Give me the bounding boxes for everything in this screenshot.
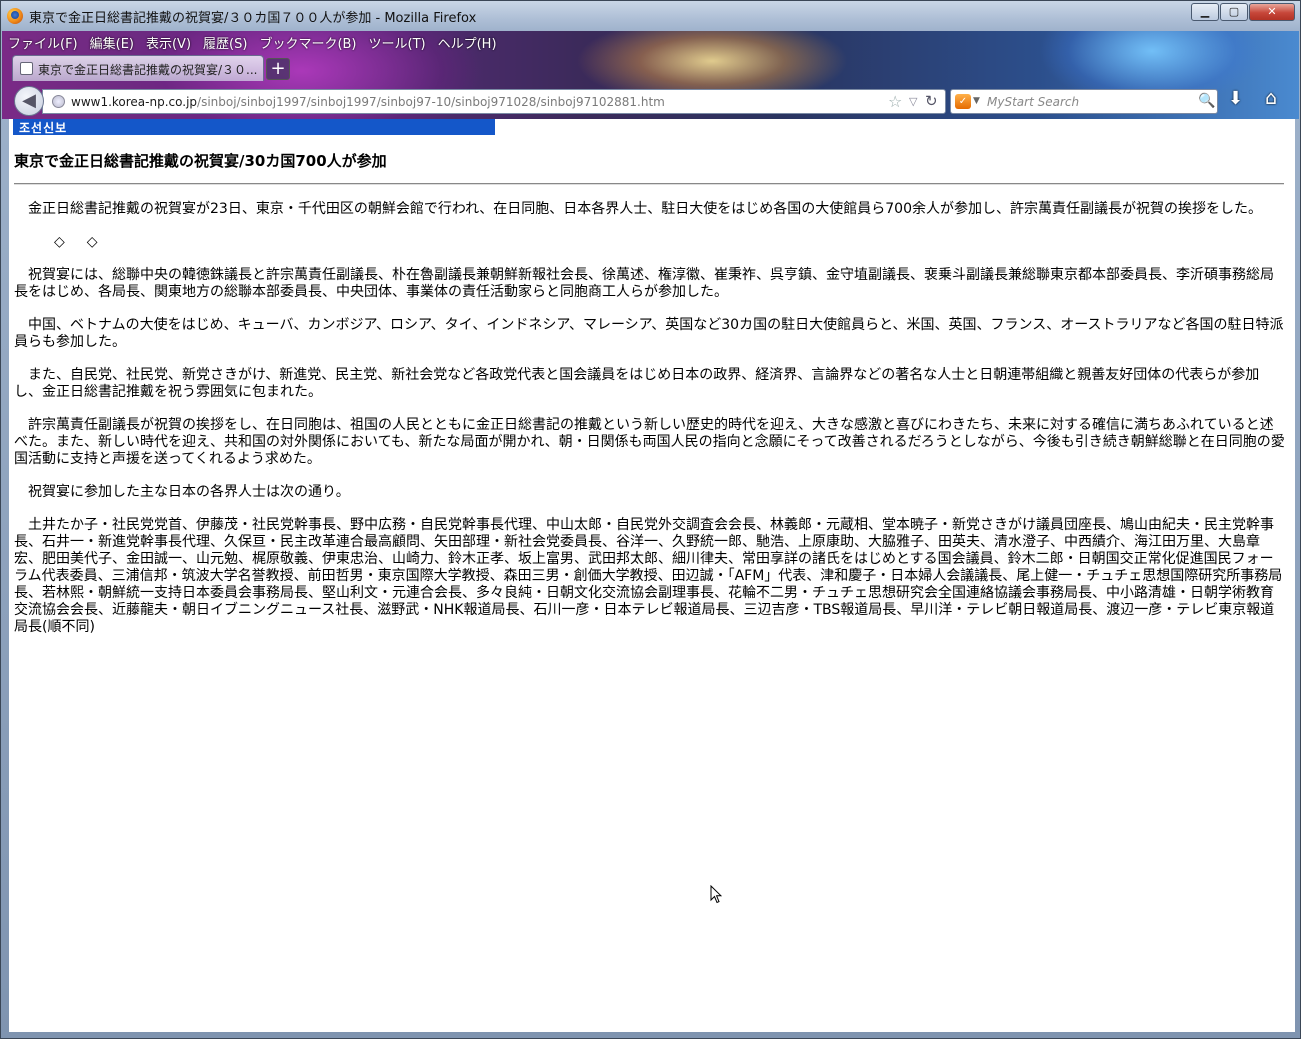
back-button[interactable]: ◀ — [14, 86, 44, 116]
search-bar[interactable]: ✓ ▼ MyStart Search 🔍 — [950, 89, 1218, 114]
maximize-button[interactable]: ▢ — [1220, 3, 1248, 21]
tab-active[interactable]: 東京で金正日総書記推戴の祝賀宴/３０... — [12, 55, 264, 81]
downloads-icon[interactable]: ⬇ — [1228, 88, 1243, 109]
search-engine-dropdown-icon[interactable]: ▼ — [973, 96, 980, 106]
menu-help[interactable]: ヘルプ(H) — [432, 31, 503, 53]
section-divider: ◇◇ — [54, 234, 120, 250]
article-paragraph: 許宗萬責任副議長が祝賀の挨拶をし、在日同胞は、祖国の人民とともに金正日総書記の推… — [14, 417, 1285, 467]
article-paragraph: 祝賀宴に参加した主な日本の各界人士は次の通り。 — [28, 484, 350, 500]
search-input[interactable]: MyStart Search — [987, 95, 1079, 109]
masthead-banner: 조선신보 — [13, 119, 495, 135]
home-icon[interactable]: ⌂ — [1265, 87, 1277, 109]
menu-edit[interactable]: 編集(E) — [84, 31, 140, 53]
browser-chrome: ファイル(F) 編集(E) 表示(V) 履歴(S) ブックマーク(B) ツール(… — [2, 31, 1299, 119]
firefox-icon — [7, 8, 23, 24]
url-host: www1.korea-np.co.jp — [71, 95, 198, 109]
tab-label: 東京で金正日総書記推戴の祝賀宴/３０... — [38, 63, 258, 77]
url-history-dropdown-icon[interactable]: ▽ — [909, 95, 917, 108]
masthead-logo: 조선신보 — [19, 121, 68, 135]
title-bar[interactable]: 東京で金正日総書記推戴の祝賀宴/３０カ国７００人が参加 - Mozilla Fi… — [1, 1, 1300, 31]
article-paragraph: 金正日総書記推戴の祝賀宴が23日、東京・千代田区の朝鮮会館で行われ、在日同胞、日… — [28, 201, 1262, 217]
new-tab-button[interactable]: + — [266, 58, 290, 80]
search-engine-icon[interactable]: ✓ — [955, 94, 971, 109]
article-paragraph: 中国、ベトナムの大使をはじめ、キューバ、カンボジア、ロシア、タイ、インドネシア、… — [14, 317, 1284, 350]
article-paragraph: 祝賀宴には、総聯中央の韓徳銖議長と許宗萬責任副議長、朴在魯副議長兼朝鮮新報社会長… — [14, 267, 1274, 300]
url-path: /sinboj/sinboj1997/sinboj1997/sinboj97-1… — [197, 95, 665, 109]
bookmark-star-icon[interactable]: ☆ — [888, 92, 902, 111]
menu-view[interactable]: 表示(V) — [140, 31, 197, 53]
page-content: 조선신보 東京で金正日総書記推戴の祝賀宴/30カ国700人が参加 金正日総書記推… — [9, 119, 1295, 1032]
navigation-bar: www1.korea-np.co.jp/sinboj/sinboj1997/si… — [2, 83, 1299, 119]
url-bar[interactable]: www1.korea-np.co.jp/sinboj/sinboj1997/si… — [42, 89, 946, 114]
browser-window: 東京で金正日総書記推戴の祝賀宴/３０カ国７００人が参加 - Mozilla Fi… — [0, 0, 1301, 1039]
window-title: 東京で金正日総書記推戴の祝賀宴/３０カ国７００人が参加 - Mozilla Fi… — [29, 11, 477, 26]
menu-history[interactable]: 履歴(S) — [197, 31, 253, 53]
menu-bar: ファイル(F) 編集(E) 表示(V) 履歴(S) ブックマーク(B) ツール(… — [2, 31, 503, 53]
menu-tools[interactable]: ツール(T) — [363, 31, 432, 53]
url-text: www1.korea-np.co.jp/sinboj/sinboj1997/si… — [71, 95, 665, 109]
article-headline: 東京で金正日総書記推戴の祝賀宴/30カ国700人が参加 — [14, 152, 387, 170]
article-body: 金正日総書記推戴の祝賀宴が23日、東京・千代田区の朝鮮会館で行われ、在日同胞、日… — [14, 201, 1286, 652]
divider-rule — [14, 183, 1284, 185]
page-icon — [20, 62, 33, 75]
article-paragraph: また、自民党、社民党、新党さきがけ、新進党、民主党、新社会党など各政党代表と国会… — [14, 367, 1260, 400]
menu-file[interactable]: ファイル(F) — [2, 31, 84, 53]
mouse-cursor-icon — [710, 885, 722, 904]
article-paragraph: 土井たか子・社民党党首、伊藤茂・社民党幹事長、野中広務・自民党幹事長代理、中山太… — [14, 517, 1283, 635]
close-button[interactable]: ✕ — [1249, 3, 1295, 21]
search-magnifier-icon[interactable]: 🔍 — [1198, 93, 1215, 109]
minimize-button[interactable]: ▁ — [1191, 3, 1219, 21]
site-identity-icon[interactable] — [52, 95, 65, 108]
tab-bar: 東京で金正日総書記推戴の祝賀宴/３０... + — [2, 53, 1299, 83]
menu-bookmarks[interactable]: ブックマーク(B) — [253, 31, 362, 53]
reload-icon[interactable]: ↻ — [925, 92, 938, 110]
